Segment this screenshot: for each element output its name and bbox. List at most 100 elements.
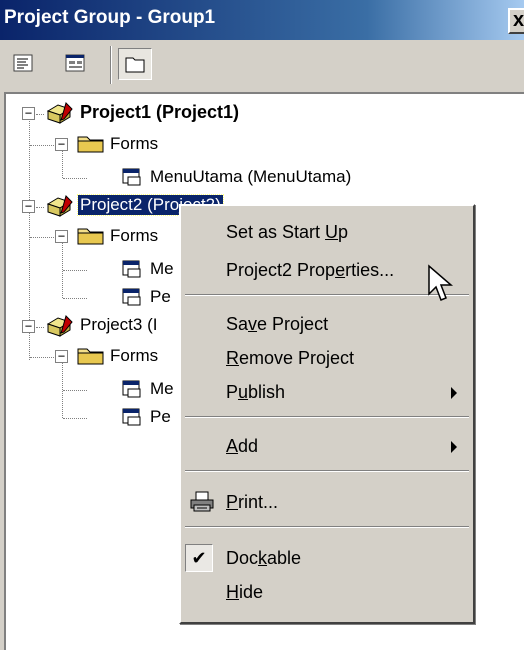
label-part: emove Project bbox=[239, 348, 355, 368]
window-title: Project Group - Group1 bbox=[4, 7, 216, 28]
tree-connector bbox=[63, 270, 87, 271]
close-button[interactable]: x bbox=[508, 8, 524, 34]
menu-item-add[interactable]: Add bbox=[181, 430, 473, 462]
toolbar-separator bbox=[110, 46, 112, 84]
tree-connector bbox=[36, 327, 44, 328]
tree-connector bbox=[62, 148, 63, 178]
menu-item-remove-project[interactable]: Remove Project bbox=[181, 342, 473, 374]
project-icon bbox=[46, 194, 76, 218]
tree-connector bbox=[63, 418, 87, 419]
forms-folder-label[interactable]: Forms bbox=[110, 346, 158, 366]
menu-separator bbox=[185, 526, 469, 528]
view-object-icon[interactable] bbox=[64, 52, 88, 76]
mnemonic: R bbox=[226, 348, 239, 368]
menu-separator bbox=[185, 416, 469, 418]
tree-connector bbox=[29, 210, 30, 322]
menu-item-save-project[interactable]: Save Project bbox=[181, 308, 473, 340]
collapse-toggle-forms3[interactable]: − bbox=[55, 350, 68, 363]
form-label[interactable]: Me bbox=[150, 259, 174, 279]
mnemonic: v bbox=[248, 314, 258, 334]
forms-folder-label[interactable]: Forms bbox=[110, 134, 158, 154]
label-part: e Project bbox=[257, 314, 329, 334]
mnemonic: A bbox=[226, 436, 239, 456]
collapse-toggle-project1[interactable]: − bbox=[22, 107, 35, 120]
label-part: blish bbox=[248, 382, 286, 402]
menu-separator bbox=[185, 470, 469, 472]
submenu-arrow-icon bbox=[451, 387, 457, 399]
mnemonic: H bbox=[226, 582, 239, 602]
tree-connector bbox=[29, 330, 30, 360]
mnemonic: u bbox=[238, 382, 249, 402]
tree-connector bbox=[30, 357, 54, 358]
form-icon bbox=[120, 166, 150, 190]
tree-connector bbox=[63, 390, 87, 391]
form-label[interactable]: Me bbox=[150, 379, 174, 399]
project-icon bbox=[46, 101, 76, 125]
folder-icon bbox=[76, 224, 106, 248]
mnemonic: P bbox=[226, 492, 239, 512]
folder-icon bbox=[76, 344, 106, 368]
label-part: P bbox=[226, 382, 239, 402]
toggle-folders-button[interactable] bbox=[118, 48, 152, 80]
label-part: dd bbox=[238, 436, 259, 456]
menu-item-label: Dockable bbox=[226, 548, 301, 569]
menu-item-label: Remove Project bbox=[226, 348, 354, 369]
menu-item-dockable[interactable]: ✔ Dockable bbox=[181, 542, 473, 574]
tree-connector bbox=[36, 114, 44, 115]
collapse-toggle-forms2[interactable]: − bbox=[55, 230, 68, 243]
label-part: able bbox=[267, 548, 302, 568]
menu-item-label: Set as Start Up bbox=[226, 222, 348, 243]
label-part: Doc bbox=[226, 548, 259, 568]
form-menuutama-label[interactable]: MenuUtama (MenuUtama) bbox=[150, 167, 351, 187]
form-icon bbox=[120, 378, 150, 402]
form-label[interactable]: Pe bbox=[150, 407, 171, 427]
checkmark-icon: ✔ bbox=[185, 544, 213, 572]
label-part: Project2 Prop bbox=[226, 260, 336, 280]
label-part: Sa bbox=[226, 314, 249, 334]
tree-connector bbox=[63, 298, 87, 299]
label-part: p bbox=[338, 222, 349, 242]
form-icon bbox=[120, 286, 150, 310]
project1-label[interactable]: Project1 (Project1) bbox=[80, 102, 239, 123]
tree-connector bbox=[62, 360, 63, 418]
menu-item-print[interactable]: Print... bbox=[181, 486, 473, 518]
collapse-toggle-forms1[interactable]: − bbox=[55, 138, 68, 151]
printer-icon bbox=[189, 490, 215, 514]
menu-item-label: Hide bbox=[226, 582, 263, 603]
tree-connector bbox=[30, 145, 54, 146]
label-part: rties... bbox=[345, 260, 395, 280]
label-part: Set as Start bbox=[226, 222, 326, 242]
form-icon bbox=[120, 406, 150, 430]
project3-label[interactable]: Project3 (I bbox=[80, 315, 157, 335]
view-code-icon[interactable] bbox=[12, 52, 36, 76]
submenu-arrow-icon bbox=[451, 441, 457, 453]
mouse-pointer-icon bbox=[427, 264, 455, 304]
form-icon bbox=[120, 258, 150, 282]
menu-item-publish[interactable]: Publish bbox=[181, 376, 473, 408]
form-label[interactable]: Pe bbox=[150, 287, 171, 307]
toggle-folders-icon bbox=[125, 57, 145, 73]
project-explorer-window: Project Group - Group1 x − Project1 (Pro… bbox=[0, 0, 524, 650]
menu-item-hide[interactable]: Hide bbox=[181, 576, 473, 608]
label-part: ide bbox=[239, 582, 264, 602]
tree-connector bbox=[30, 237, 54, 238]
tree-connector bbox=[62, 240, 63, 298]
tree-connector bbox=[63, 178, 87, 179]
menu-item-label: Publish bbox=[226, 382, 285, 403]
menu-item-label: Print... bbox=[226, 492, 278, 513]
menu-item-label: Add bbox=[226, 436, 258, 457]
project-icon bbox=[46, 314, 76, 338]
collapse-toggle-project3[interactable]: − bbox=[22, 320, 35, 333]
title-bar[interactable]: Project Group - Group1 x bbox=[0, 0, 524, 40]
menu-item-label: Project2 Properties... bbox=[226, 260, 394, 281]
folder-icon bbox=[76, 132, 106, 156]
label-part: rint... bbox=[238, 492, 279, 512]
forms-folder-label[interactable]: Forms bbox=[110, 226, 158, 246]
mnemonic: e bbox=[335, 260, 346, 280]
mnemonic: U bbox=[325, 222, 339, 242]
toolbar bbox=[0, 40, 524, 90]
menu-item-label: Save Project bbox=[226, 314, 328, 335]
collapse-toggle-project2[interactable]: − bbox=[22, 200, 35, 213]
tree-connector bbox=[36, 207, 44, 208]
menu-item-set-as-start-up[interactable]: Set as Start Up bbox=[181, 216, 473, 248]
